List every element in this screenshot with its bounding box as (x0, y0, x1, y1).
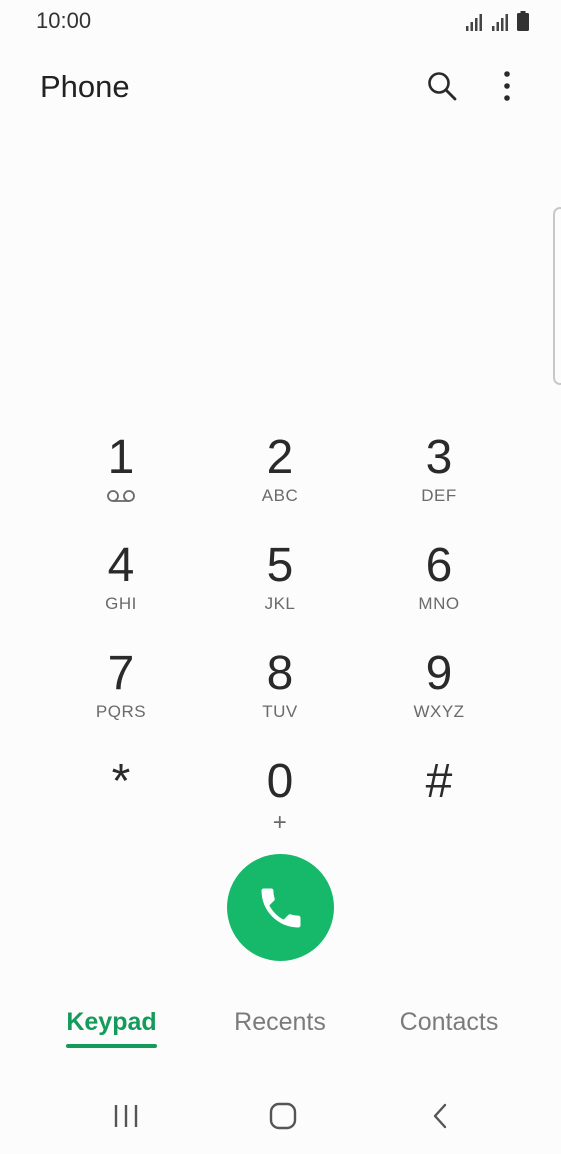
key-letters: TUV (262, 702, 298, 721)
key-digit: 7 (107, 647, 135, 700)
key-3[interactable]: 3 DEF (379, 430, 499, 530)
key-digit: 2 (266, 431, 294, 484)
back-icon (433, 1103, 447, 1129)
key-digit: 5 (266, 539, 294, 592)
key-letters: WXYZ (413, 702, 465, 721)
key-6[interactable]: 6 MNO (379, 538, 499, 638)
edge-panel-handle[interactable] (553, 207, 561, 385)
recent-apps-button[interactable] (102, 1096, 150, 1136)
home-button[interactable] (259, 1096, 307, 1136)
search-icon (428, 72, 457, 101)
signal-icon (492, 14, 508, 31)
key-letters: DEF (421, 486, 457, 505)
key-letters: GHI (105, 594, 137, 613)
key-digit: # (425, 755, 453, 808)
key-digit: 3 (425, 431, 453, 484)
key-2[interactable]: 2 ABC (220, 430, 340, 530)
key-letters: MNO (418, 594, 460, 613)
key-5[interactable]: 5 JKL (220, 538, 340, 638)
back-button[interactable] (416, 1096, 464, 1136)
key-digit: 8 (266, 647, 294, 700)
key-7[interactable]: 7 PQRS (61, 646, 181, 746)
system-nav-bar (0, 1084, 561, 1148)
key-digit: 1 (107, 431, 135, 484)
key-letters: PQRS (95, 702, 147, 721)
home-icon (269, 1102, 297, 1130)
key-4[interactable]: 4 GHI (61, 538, 181, 638)
search-button[interactable] (422, 66, 462, 106)
key-digit: 0 (266, 755, 294, 808)
tab-contacts[interactable]: Contacts (385, 1008, 513, 1037)
page-title: Phone (40, 69, 130, 104)
tab-keypad[interactable]: Keypad (66, 1008, 157, 1037)
key-1[interactable]: 1 (61, 430, 181, 530)
key-letters: JKL (264, 594, 296, 613)
tab-recents[interactable]: Recents (220, 1008, 340, 1037)
voicemail-icon (106, 486, 136, 506)
more-vert-icon (504, 71, 510, 101)
key-hash[interactable]: # (379, 754, 499, 854)
battery-icon (517, 11, 529, 31)
recent-apps-icon (114, 1105, 138, 1127)
call-button[interactable] (227, 854, 334, 961)
bottom-tabs: Keypad Recents Contacts (0, 1000, 561, 1052)
more-options-button[interactable] (487, 66, 527, 106)
status-bar: 10:00 (0, 0, 561, 42)
status-icons (465, 9, 529, 31)
key-star[interactable]: * (61, 754, 181, 854)
key-digit: * (111, 755, 131, 808)
tab-active-indicator (66, 1044, 157, 1048)
key-0[interactable]: 0 + (220, 754, 340, 854)
phone-icon (261, 888, 300, 927)
status-time: 10:00 (36, 8, 92, 33)
key-digit: 4 (107, 539, 135, 592)
signal-icon (466, 14, 482, 31)
key-digit: 6 (425, 539, 453, 592)
key-digit: 9 (425, 647, 453, 700)
app-bar: Phone (0, 58, 561, 118)
key-letters: + (272, 809, 288, 836)
key-8[interactable]: 8 TUV (220, 646, 340, 746)
key-letters: ABC (261, 486, 299, 505)
key-9[interactable]: 9 WXYZ (379, 646, 499, 746)
